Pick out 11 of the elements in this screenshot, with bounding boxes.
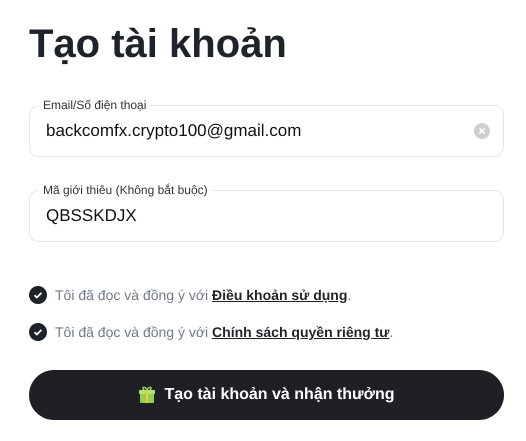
agreement-text: Tôi đã đọc và đồng ý với Chính sách quyền riêng tư. [55,324,394,340]
field-label: Mã giới thiêu (Không bắt buộc) [39,182,212,198]
field-label: Email/Số điện thoại [39,97,150,113]
agreement-link[interactable]: Điều khoản sử dụng [212,287,348,303]
create-account-button[interactable]: Tạo tài khoản và nhận thưởng [29,370,504,420]
checkbox[interactable] [29,286,47,304]
gift-icon [138,386,156,404]
page-title: Tạo tài khoản [29,21,288,68]
agreement-text: Tôi đã đọc và đồng ý với Điều khoản sử dụng. [55,287,352,303]
agreement-link[interactable]: Chính sách quyền riêng tư [212,324,390,340]
checkbox[interactable] [29,323,47,341]
